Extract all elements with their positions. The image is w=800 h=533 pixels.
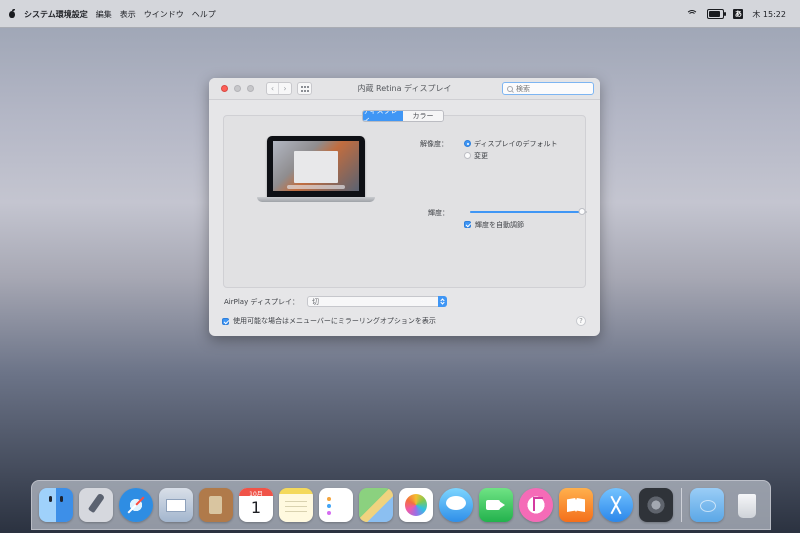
calendar-icon[interactable]: 10月 1 <box>239 488 273 522</box>
notes-icon[interactable] <box>279 488 313 522</box>
tab-display[interactable]: ディスプレイ <box>363 111 403 121</box>
airplay-row: AirPlay ディスプレイ： 切 <box>224 296 447 307</box>
app-menu[interactable]: システム環境設定 <box>24 9 88 20</box>
input-source-icon[interactable]: あ <box>733 9 744 19</box>
trash-icon[interactable] <box>730 488 764 522</box>
brightness-slider-thumb[interactable] <box>578 208 586 215</box>
mail-icon[interactable] <box>159 488 193 522</box>
menu-bar: システム環境設定 編集 表示 ウインドウ ヘルプ あ 木 15:22 <box>0 0 800 28</box>
calendar-month: 10月 <box>249 491 263 498</box>
dock-separator <box>681 488 682 522</box>
mirroring-checkbox[interactable] <box>222 317 229 325</box>
downloads-folder-icon[interactable] <box>690 488 724 522</box>
mirroring-row: 使用可能な場合はメニューバーにミラーリングオプションを表示 <box>222 316 436 326</box>
display-settings-panel: 解像度： ディスプレイのデフォルト 変更 輝度： 輝度を自動調節 <box>223 115 587 288</box>
dock: 10月 1 <box>31 480 771 530</box>
laptop-screen <box>267 136 365 198</box>
resolution-default-option[interactable]: ディスプレイのデフォルト <box>474 139 558 149</box>
laptop-base <box>257 197 375 202</box>
safari-icon[interactable] <box>119 488 153 522</box>
resolution-custom-option[interactable]: 変更 <box>474 151 488 161</box>
dock-icons: 10月 1 <box>39 488 764 522</box>
calendar-day: 1 <box>250 498 262 517</box>
chevron-up-down-icon <box>440 298 444 305</box>
laptop-preview <box>257 136 375 208</box>
airplay-selected-value: 切 <box>311 297 319 306</box>
help-button[interactable]: ? <box>576 316 586 326</box>
menu-view[interactable]: 表示 <box>120 9 136 20</box>
menu-bar-left: システム環境設定 編集 表示 ウインドウ ヘルプ <box>8 0 216 28</box>
apple-icon[interactable] <box>8 9 16 19</box>
window-titlebar: ‹ › 内蔵 Retina ディスプレイ <box>209 78 600 100</box>
airplay-select[interactable]: 切 <box>306 296 447 307</box>
brightness-slider-fill <box>470 211 583 213</box>
maps-icon[interactable] <box>359 488 393 522</box>
search-field[interactable] <box>502 82 594 95</box>
tab-color[interactable]: カラー <box>403 111 443 121</box>
laptop-display-preview <box>273 141 359 191</box>
app-store-icon[interactable] <box>599 488 633 522</box>
resolution-default-radio[interactable] <box>464 140 471 147</box>
photos-icon[interactable] <box>399 488 433 522</box>
contacts-icon[interactable] <box>199 488 233 522</box>
itunes-icon[interactable] <box>519 488 553 522</box>
tabs: ディスプレイ カラー <box>362 110 444 122</box>
menu-window[interactable]: ウインドウ <box>144 9 184 20</box>
facetime-icon[interactable] <box>479 488 513 522</box>
battery-level <box>709 11 720 17</box>
system-preferences-icon[interactable] <box>639 488 673 522</box>
reminders-icon[interactable] <box>319 488 353 522</box>
laptop-dock-preview <box>287 185 345 189</box>
auto-brightness-label[interactable]: 輝度を自動調節 <box>475 220 524 230</box>
wifi-icon[interactable] <box>686 9 699 19</box>
clock[interactable]: 木 15:22 <box>752 9 786 20</box>
launchpad-icon[interactable] <box>79 488 113 522</box>
mirroring-label[interactable]: 使用可能な場合はメニューバーにミラーリングオプションを表示 <box>233 316 436 326</box>
brightness-slider[interactable] <box>470 208 587 215</box>
auto-brightness-checkbox[interactable] <box>464 221 471 228</box>
menu-bar-right: あ 木 15:22 <box>686 0 786 28</box>
messages-icon[interactable] <box>439 488 473 522</box>
menu-help[interactable]: ヘルプ <box>192 9 216 20</box>
menu-edit[interactable]: 編集 <box>96 9 112 20</box>
laptop-window-preview <box>294 151 338 183</box>
search-icon <box>507 85 513 92</box>
finder-icon[interactable] <box>39 488 73 522</box>
resolution-custom-radio[interactable] <box>464 152 471 159</box>
display-preferences-window: ‹ › 内蔵 Retina ディスプレイ ディスプレイ カラー 解像度： <box>209 78 600 336</box>
select-arrow-icon <box>437 296 447 307</box>
brightness-label: 輝度： <box>428 209 449 217</box>
search-input[interactable] <box>516 84 586 93</box>
battery-icon[interactable] <box>707 9 727 19</box>
resolution-label: 解像度： <box>420 140 448 148</box>
ibooks-icon[interactable] <box>559 488 593 522</box>
airplay-label: AirPlay ディスプレイ： <box>224 297 299 306</box>
